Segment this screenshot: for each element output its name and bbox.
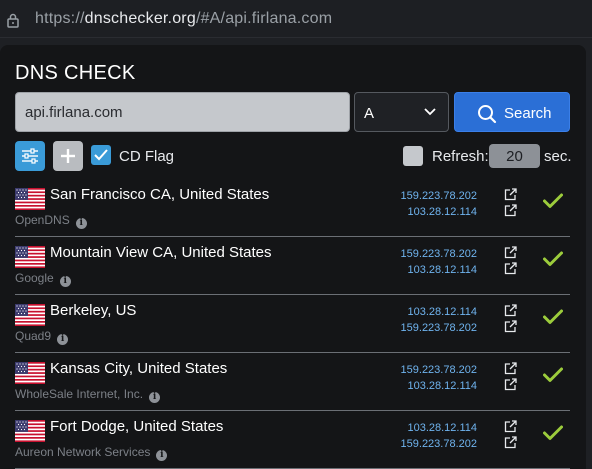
refresh-label: Refresh: <box>432 148 489 165</box>
url-path: /#A/api.firlana.com <box>195 10 333 27</box>
external-link-icon[interactable] <box>504 304 517 317</box>
page-title: DNS CHECK <box>15 62 136 84</box>
external-link-icon[interactable] <box>504 378 517 391</box>
result-location: Berkeley, US <box>50 302 137 319</box>
browser-address-bar[interactable]: https://dnschecker.org/#A/api.firlana.co… <box>0 0 592 38</box>
result-ip[interactable]: 159.223.78.202 <box>401 438 477 450</box>
refresh-unit: sec. <box>544 148 572 165</box>
search-button-label: Search <box>504 105 552 122</box>
check-icon <box>543 367 563 383</box>
us-flag-icon <box>15 420 45 442</box>
browser-url[interactable]: https://dnschecker.org/#A/api.firlana.co… <box>35 10 332 28</box>
refresh-interval-input[interactable]: 20 <box>489 144 540 168</box>
result-ip[interactable]: 159.223.78.202 <box>401 190 477 202</box>
check-icon <box>543 251 563 267</box>
url-host: dnschecker.org <box>84 10 196 27</box>
result-ip[interactable]: 159.223.78.202 <box>401 364 477 376</box>
result-row: Kansas City, United States WholeSale Int… <box>15 353 570 411</box>
refresh-checkbox[interactable] <box>403 146 423 166</box>
us-flag-icon <box>15 188 45 210</box>
us-flag-icon <box>15 304 45 326</box>
result-provider: OpenDNS i <box>15 213 87 229</box>
result-provider: Aureon Network Services i <box>15 445 168 461</box>
add-server-button[interactable] <box>53 141 83 171</box>
external-link-icon[interactable] <box>504 436 517 449</box>
check-icon <box>543 193 563 209</box>
advanced-options-button[interactable] <box>15 141 45 171</box>
external-link-icon[interactable] <box>504 188 517 201</box>
result-location: San Francisco CA, United States <box>50 186 270 203</box>
external-link-icon[interactable] <box>504 246 517 259</box>
external-link-icon[interactable] <box>504 204 517 217</box>
check-icon <box>543 309 563 325</box>
external-link-icon[interactable] <box>504 320 517 333</box>
provider-name: Google <box>15 271 54 285</box>
cd-flag-checkbox[interactable] <box>91 145 111 165</box>
provider-name: OpenDNS <box>15 213 70 227</box>
domain-input[interactable] <box>15 92 350 132</box>
search-button[interactable]: Search <box>454 92 570 132</box>
us-flag-icon <box>15 246 45 268</box>
external-link-icon[interactable] <box>504 420 517 433</box>
result-row: Berkeley, US Quad9 i 103.28.12.114 159.22… <box>15 295 570 353</box>
result-ip[interactable]: 103.28.12.114 <box>407 306 477 318</box>
sliders-icon <box>22 148 38 164</box>
result-ip[interactable]: 103.28.12.114 <box>407 422 477 434</box>
result-row: Mountain View CA, United States Google i … <box>15 237 570 295</box>
result-ip[interactable]: 159.223.78.202 <box>401 248 477 260</box>
info-icon[interactable]: i <box>156 450 168 461</box>
provider-name: Aureon Network Services <box>15 445 151 459</box>
external-link-icon[interactable] <box>504 362 517 375</box>
result-provider: Google i <box>15 271 71 287</box>
provider-name: WholeSale Internet, Inc. <box>15 387 144 401</box>
check-icon <box>543 425 563 441</box>
result-ip[interactable]: 159.223.78.202 <box>401 322 477 334</box>
chevron-down-icon <box>424 108 436 116</box>
checkmark-icon <box>94 149 108 161</box>
result-provider: WholeSale Internet, Inc. i <box>15 387 161 403</box>
us-flag-icon <box>15 362 45 384</box>
result-provider: Quad9 i <box>15 329 69 345</box>
cd-flag-label: CD Flag <box>119 148 175 165</box>
result-ip[interactable]: 103.28.12.114 <box>407 264 477 276</box>
info-icon[interactable]: i <box>149 392 161 403</box>
result-ip[interactable]: 103.28.12.114 <box>407 380 477 392</box>
record-type-value: A <box>364 105 375 122</box>
plus-icon <box>61 149 75 163</box>
external-link-icon[interactable] <box>504 262 517 275</box>
url-prefix: https:// <box>35 10 85 27</box>
result-ip[interactable]: 103.28.12.114 <box>407 206 477 218</box>
result-location: Kansas City, United States <box>50 360 228 377</box>
result-location: Mountain View CA, United States <box>50 244 272 261</box>
result-row: Fort Dodge, United States Aureon Network… <box>15 411 570 469</box>
record-type-select[interactable]: A <box>354 92 449 132</box>
result-location: Fort Dodge, United States <box>50 418 224 435</box>
search-icon <box>478 105 497 124</box>
info-icon[interactable]: i <box>75 218 87 229</box>
info-icon[interactable]: i <box>59 276 71 287</box>
info-icon[interactable]: i <box>57 334 69 345</box>
result-row: San Francisco CA, United States OpenDNS i… <box>15 179 570 237</box>
lock-icon <box>7 13 19 28</box>
provider-name: Quad9 <box>15 329 52 343</box>
